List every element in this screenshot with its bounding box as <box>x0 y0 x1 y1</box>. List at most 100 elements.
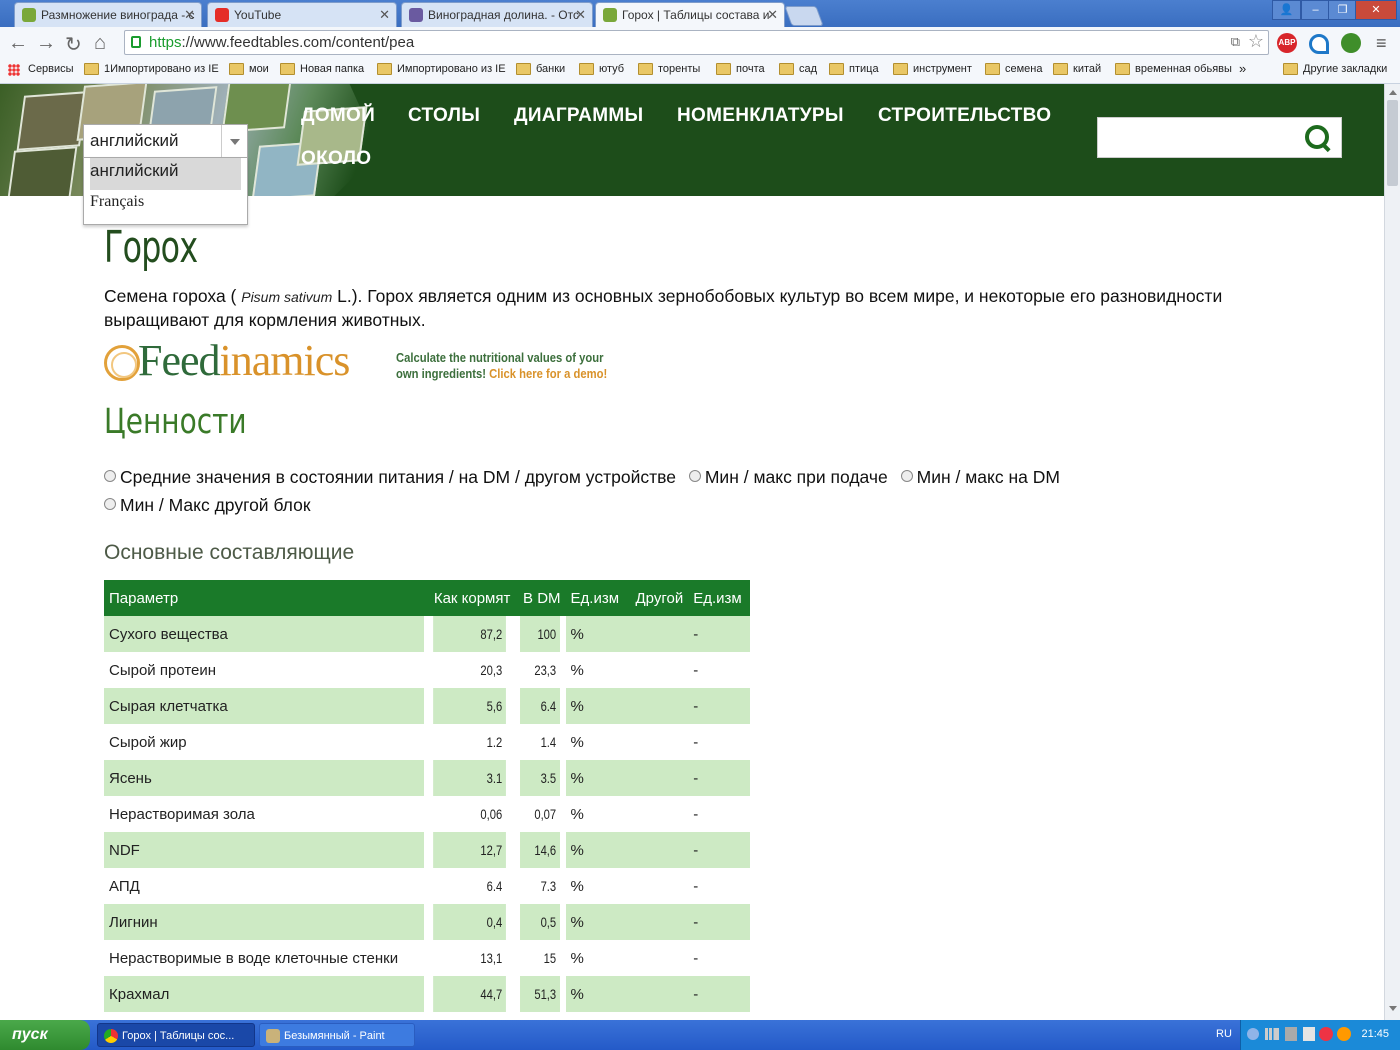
bookmark-star-icon[interactable]: ☆ <box>1248 31 1264 52</box>
restore-button[interactable]: ❐ <box>1328 0 1357 20</box>
adblock-icon[interactable]: ABP <box>1277 33 1297 53</box>
column-header[interactable]: Другой <box>627 580 689 616</box>
radio-minmax-other[interactable]: Мин / Макс другой блок <box>104 491 310 519</box>
radio-minmax-as-fed[interactable]: Мин / макс при подаче <box>688 463 888 491</box>
tab-title: Виноградная долина. - Отс <box>428 8 579 22</box>
bookmarks-bar: Сервисы 1Импортировано из IE мои Новая п… <box>0 59 1400 84</box>
bookmark-folder[interactable]: семена <box>985 63 1043 75</box>
values-heading: Ценности <box>104 402 247 442</box>
taskbar-item-chrome[interactable]: Горох | Таблицы сос... <box>97 1023 255 1047</box>
reload-icon[interactable]: ↻ <box>65 32 82 57</box>
column-header[interactable]: В DM <box>515 580 566 616</box>
new-tab-button[interactable] <box>784 6 824 26</box>
folder-icon <box>579 63 594 75</box>
address-bar[interactable]: https://www.feedtables.com/content/pea ⧉… <box>124 30 1269 55</box>
menu-icon[interactable]: ≡ <box>1376 33 1387 54</box>
tray-expand-icon[interactable] <box>1247 1028 1259 1040</box>
close-icon[interactable]: ✕ <box>379 7 390 23</box>
bookmark-folder[interactable]: банки <box>516 63 565 75</box>
dm-cell: 100 <box>520 616 561 652</box>
feedinamics-logo-icon <box>104 345 140 381</box>
nav-construction[interactable]: СТРОИТЕЛЬСТВО <box>878 105 1051 127</box>
minimize-button[interactable]: – <box>1301 0 1330 20</box>
column-header[interactable]: Как кормят <box>424 580 516 616</box>
nav-home[interactable]: ДОМОЙ <box>301 105 375 127</box>
as-fed-cell: 87,2 <box>433 616 507 652</box>
browser-tab[interactable]: YouTube ✕ <box>207 2 397 27</box>
nav-about[interactable]: ОКОЛО <box>301 148 371 170</box>
close-icon[interactable]: ✕ <box>767 7 778 23</box>
more-bookmarks-icon[interactable]: » <box>1239 61 1246 76</box>
parameter-cell: Нерастворимая зола <box>109 805 255 823</box>
bookmark-folder[interactable]: ютуб <box>579 63 624 75</box>
bookmark-folder[interactable]: птица <box>829 63 879 75</box>
radio-button-icon[interactable] <box>104 470 116 482</box>
home-icon[interactable]: ⌂ <box>94 32 106 55</box>
browser-tab[interactable]: Виноградная долина. - Отс ✕ <box>401 2 593 27</box>
browser-tab-active[interactable]: Горох | Таблицы состава и ✕ <box>595 2 785 27</box>
paint-icon <box>266 1029 280 1043</box>
nav-nomenclatures[interactable]: НОМЕНКЛАТУРЫ <box>677 105 844 127</box>
feedinamics-ad[interactable]: Feedinamics Calculate the nutritional va… <box>104 336 607 388</box>
bookmark-folder[interactable]: сад <box>779 63 817 75</box>
table-row: Крахмал 44,7 51,3% - <box>104 976 750 1012</box>
other-unit-cell: - <box>688 832 750 868</box>
bookmark-folder[interactable]: Новая папка <box>280 63 364 75</box>
language-option-french[interactable]: Français <box>84 190 247 222</box>
search-icon[interactable] <box>1305 125 1329 149</box>
scroll-up-icon[interactable] <box>1389 90 1397 95</box>
other-bookmarks[interactable]: Другие закладки <box>1283 63 1387 75</box>
bookmark-folder[interactable]: 1Импортировано из IE <box>84 63 219 75</box>
close-icon[interactable]: ✕ <box>184 7 195 23</box>
keyboard-language[interactable]: RU <box>1216 1028 1232 1040</box>
bookmark-folder[interactable]: почта <box>716 63 765 75</box>
column-header[interactable]: Ед.изм <box>565 580 628 616</box>
table-row: АПД 6.4 7.3% - <box>104 868 750 904</box>
bookmark-folder[interactable]: Импортировано из IE <box>377 63 506 75</box>
tray-app-icon[interactable] <box>1337 1027 1351 1041</box>
volume-icon[interactable] <box>1285 1027 1297 1041</box>
bookmark-folder[interactable]: временная обьявы <box>1115 63 1232 75</box>
back-icon[interactable]: ← <box>8 32 28 55</box>
language-selected-value: английский <box>90 131 179 150</box>
bookmark-folder[interactable]: торенты <box>638 63 700 75</box>
scroll-down-icon[interactable] <box>1389 1006 1397 1011</box>
search-input[interactable] <box>1097 117 1342 158</box>
column-header[interactable]: Ед.изм <box>688 580 750 616</box>
nav-diagrams[interactable]: ДИАГРАММЫ <box>514 105 643 127</box>
column-header[interactable]: Параметр <box>104 580 424 616</box>
language-option-english[interactable]: английский <box>90 158 241 190</box>
close-window-button[interactable]: ✕ <box>1355 0 1397 20</box>
radio-average-values[interactable]: Средние значения в состоянии питания / н… <box>104 463 676 491</box>
browser-tab[interactable]: Размножение винограда - с ✕ <box>14 2 202 27</box>
radio-button-icon[interactable] <box>900 470 913 482</box>
scroll-thumb[interactable] <box>1387 100 1398 186</box>
other-cell <box>627 616 689 652</box>
network-icon[interactable] <box>1265 1028 1279 1040</box>
tray-app-icon[interactable] <box>1319 1027 1333 1041</box>
page-scrollbar[interactable] <box>1384 84 1400 1020</box>
user-icon[interactable]: 👤 <box>1272 0 1301 20</box>
tray-app-icon[interactable] <box>1303 1027 1315 1041</box>
radio-minmax-dm[interactable]: Мин / макс на DM <box>900 463 1060 491</box>
lock-icon <box>131 36 141 48</box>
start-button[interactable]: пуск <box>0 1020 90 1050</box>
translate-icon[interactable]: ⧉ <box>1231 34 1240 50</box>
bookmark-folder[interactable]: инструмент <box>893 63 972 75</box>
close-icon[interactable]: ✕ <box>575 7 586 23</box>
extension-badge-icon[interactable] <box>1341 33 1361 53</box>
radio-button-icon[interactable] <box>104 498 116 510</box>
nav-tables[interactable]: СТОЛЫ <box>408 105 480 127</box>
ad-cta[interactable]: own ingredients! Click here for a demo! <box>396 367 607 381</box>
language-select[interactable]: английский <box>83 124 248 158</box>
forward-icon[interactable]: → <box>36 32 56 55</box>
chevron-down-icon[interactable] <box>221 125 247 157</box>
bookmark-apps[interactable]: Сервисы <box>8 63 74 76</box>
bookmark-folder[interactable]: китай <box>1053 63 1101 75</box>
folder-icon <box>1053 63 1068 75</box>
radio-button-icon[interactable] <box>688 470 701 482</box>
extension-icon[interactable] <box>1309 34 1329 54</box>
clock[interactable]: 21:45 <box>1361 1028 1389 1040</box>
bookmark-folder[interactable]: мои <box>229 63 269 75</box>
taskbar-item-paint[interactable]: Безымянный - Paint <box>259 1023 415 1047</box>
